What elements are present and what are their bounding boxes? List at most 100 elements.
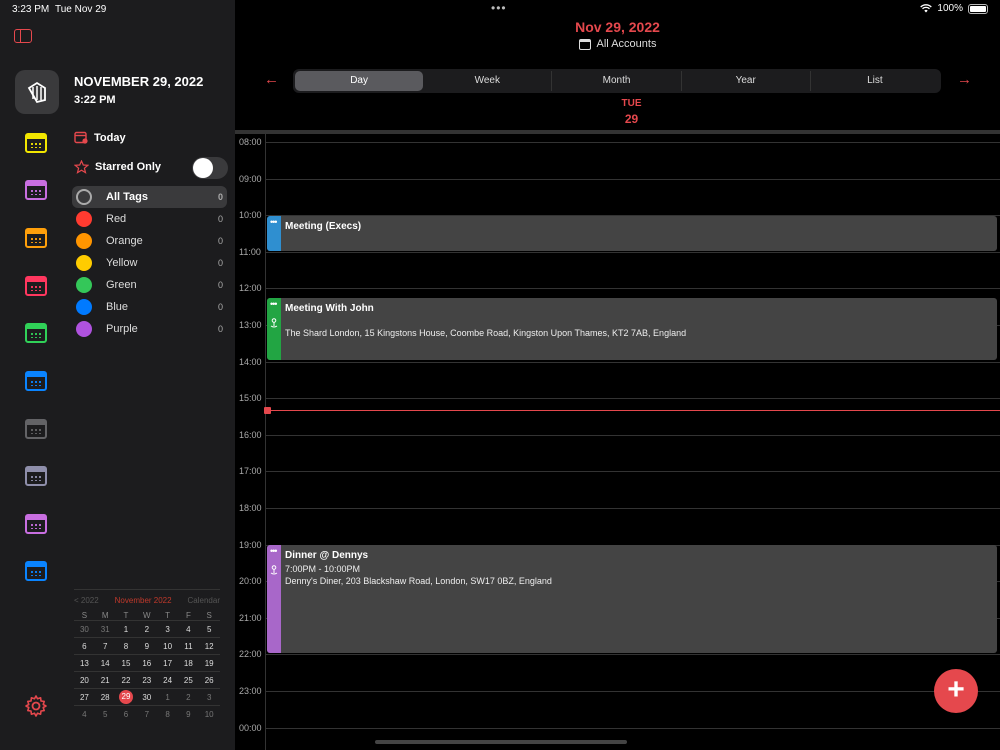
- mini-cal-day[interactable]: 2: [136, 625, 157, 634]
- tag-item[interactable]: Purple 0: [72, 318, 227, 340]
- settings-gear-icon[interactable]: [24, 694, 48, 718]
- mini-cal-day[interactable]: 18: [178, 659, 199, 668]
- mini-cal-day[interactable]: 13: [74, 659, 95, 668]
- mini-cal-day[interactable]: 11: [178, 642, 199, 651]
- mini-cal-selected-day[interactable]: 29: [116, 690, 137, 704]
- view-tab-list[interactable]: List: [811, 71, 939, 91]
- mini-cal-day[interactable]: 3: [199, 693, 220, 702]
- calendar-icon[interactable]: [25, 323, 47, 343]
- more-icon[interactable]: •••: [270, 547, 278, 556]
- mini-cal-day[interactable]: 27: [74, 693, 95, 702]
- mini-cal-day[interactable]: 6: [74, 642, 95, 651]
- mini-cal-day[interactable]: 6: [116, 710, 137, 719]
- mini-cal-week: 20 21 22 23 24 25 26: [74, 671, 220, 688]
- mini-cal-day[interactable]: 2: [178, 693, 199, 702]
- tag-item[interactable]: Yellow 0: [72, 252, 227, 274]
- mini-cal-day[interactable]: 9: [178, 710, 199, 719]
- calendar-icon[interactable]: [25, 561, 47, 581]
- all-calendars-button[interactable]: [15, 70, 59, 114]
- event-block[interactable]: ••• Dinner @ Dennys 7:00PM - 10:00PM Denny'…: [267, 545, 997, 653]
- mini-cal-day[interactable]: 25: [178, 676, 199, 685]
- view-tab-day[interactable]: Day: [295, 71, 424, 91]
- view-tab-week[interactable]: Week: [423, 71, 553, 91]
- mini-cal-day[interactable]: 23: [136, 676, 157, 685]
- add-event-button[interactable]: +: [934, 669, 978, 713]
- day-number: 27: [79, 692, 89, 702]
- mini-cal-day[interactable]: 28: [95, 693, 116, 702]
- tag-item[interactable]: Green 0: [72, 274, 227, 296]
- mini-cal-day[interactable]: 30: [136, 693, 157, 702]
- mini-cal-week: 6 7 8 9 10 11 12: [74, 637, 220, 654]
- mini-cal-day[interactable]: 8: [157, 710, 178, 719]
- tag-item[interactable]: Red 0: [72, 208, 227, 230]
- calendar-icon[interactable]: [25, 466, 47, 486]
- tag-item[interactable]: All Tags 0: [72, 186, 227, 208]
- mini-cal-week: 13 14 15 16 17 18 19: [74, 654, 220, 671]
- mini-cal-day[interactable]: 30: [74, 625, 95, 634]
- day-header: TUE 29: [235, 98, 1000, 126]
- mini-cal-day[interactable]: 21: [95, 676, 116, 685]
- mini-cal-day[interactable]: 22: [116, 676, 137, 685]
- day-number: 8: [123, 641, 129, 651]
- calendar-icon[interactable]: [25, 514, 47, 534]
- mini-cal-day[interactable]: 15: [116, 659, 137, 668]
- mini-cal-day[interactable]: 26: [199, 676, 220, 685]
- mini-cal-day[interactable]: 10: [199, 710, 220, 719]
- calendar-icon[interactable]: [25, 133, 47, 153]
- hour-label: 13:00: [239, 320, 262, 330]
- mini-cal-day[interactable]: 1: [157, 693, 178, 702]
- mini-cal-prev[interactable]: < 2022: [74, 596, 99, 605]
- event-block[interactable]: ••• Meeting (Execs): [267, 216, 997, 251]
- mini-calendar: < 2022 November 2022 Calendar S M T W T F S 30…: [74, 589, 220, 722]
- sidebar-toggle-icon[interactable]: [14, 29, 32, 43]
- mini-cal-day[interactable]: 17: [157, 659, 178, 668]
- mini-cal-day[interactable]: 5: [199, 625, 220, 634]
- mini-cal-day[interactable]: 4: [74, 710, 95, 719]
- tag-item[interactable]: Blue 0: [72, 296, 227, 318]
- mini-cal-day[interactable]: 7: [95, 642, 116, 651]
- mini-cal-day[interactable]: 20: [74, 676, 95, 685]
- mini-cal-day[interactable]: 24: [157, 676, 178, 685]
- next-arrow-icon[interactable]: →: [957, 71, 972, 88]
- battery-icon: [968, 3, 988, 14]
- mini-cal-day[interactable]: 3: [157, 625, 178, 634]
- tag-item[interactable]: Orange 0: [72, 230, 227, 252]
- calendar-icon[interactable]: [25, 419, 47, 439]
- mini-cal-day[interactable]: 10: [157, 642, 178, 651]
- weekday-label: T: [165, 611, 171, 620]
- day-name: TUE: [621, 98, 642, 109]
- mini-cal-day[interactable]: 19: [199, 659, 220, 668]
- view-tab-month[interactable]: Month: [552, 71, 682, 91]
- today-button[interactable]: Today: [74, 131, 126, 144]
- mini-cal-day[interactable]: 1: [116, 625, 137, 634]
- calendar-icon[interactable]: [25, 371, 47, 391]
- weekday-label: F: [185, 611, 191, 620]
- mini-cal-day[interactable]: 14: [95, 659, 116, 668]
- calendar-icon[interactable]: [25, 228, 47, 248]
- status-bar: 3:23 PM Tue Nov 29 ••• 100%: [0, 0, 1000, 18]
- tag-label: Yellow: [106, 257, 138, 269]
- mini-cal-day[interactable]: 9: [136, 642, 157, 651]
- calendar-icon[interactable]: [25, 276, 47, 296]
- time-grid[interactable]: 08:00 09:00 10:00 11:00 12:00 13:00 14:00 15:00…: [235, 134, 1000, 750]
- calendar-icon[interactable]: [25, 180, 47, 200]
- event-location: The Shard London, 15 Kingstons House, Co…: [285, 328, 687, 338]
- starred-only-toggle[interactable]: [192, 157, 228, 179]
- mini-cal-next[interactable]: Calendar: [188, 596, 220, 605]
- more-icon[interactable]: •••: [270, 218, 278, 227]
- prev-arrow-icon[interactable]: ←: [264, 71, 279, 88]
- mini-cal-day[interactable]: 8: [116, 642, 137, 651]
- mini-cal-day[interactable]: 12: [199, 642, 220, 651]
- event-block[interactable]: ••• Meeting With John The Shard London, 15…: [267, 298, 997, 360]
- mini-cal-day[interactable]: 31: [95, 625, 116, 634]
- mini-cal-day[interactable]: 4: [178, 625, 199, 634]
- more-icon[interactable]: •••: [270, 300, 278, 309]
- mini-cal-day[interactable]: 5: [95, 710, 116, 719]
- view-tab-year[interactable]: Year: [682, 71, 811, 91]
- tag-label: All Tags: [106, 191, 148, 203]
- accounts-selector[interactable]: All Accounts: [235, 38, 1000, 50]
- multitask-dots[interactable]: •••: [491, 1, 507, 15]
- mini-cal-day[interactable]: 16: [136, 659, 157, 668]
- mini-cal-day[interactable]: 7: [136, 710, 157, 719]
- hour-label: 14:00: [239, 356, 262, 367]
